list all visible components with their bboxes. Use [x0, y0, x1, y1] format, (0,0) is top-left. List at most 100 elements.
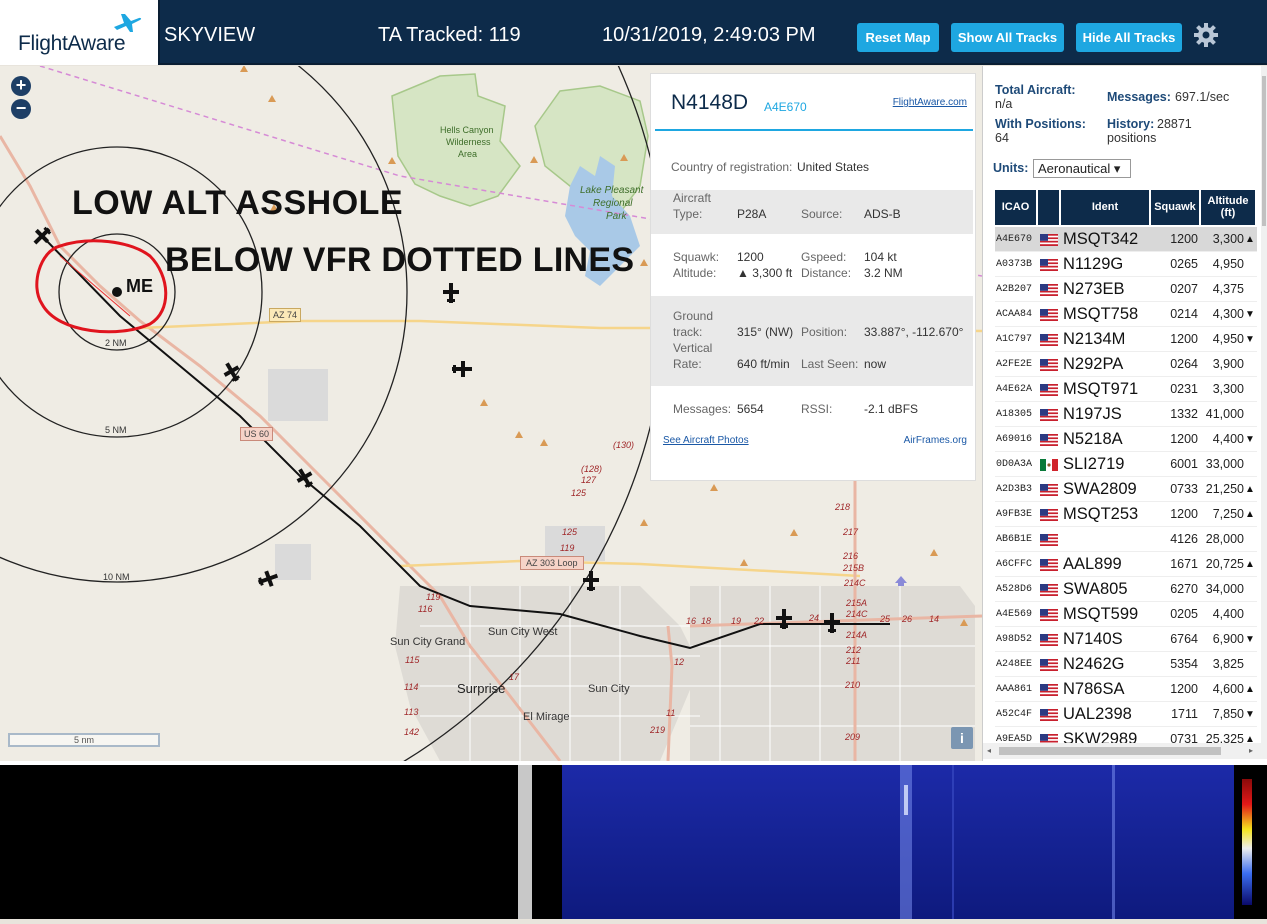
table-row[interactable]: A2FE2E N292PA 0264 3,900 [995, 352, 1257, 377]
table-row[interactable]: A9FB3E MSQT253 1200 7,250 ▲ [995, 502, 1257, 527]
place-label: Regional [593, 198, 633, 209]
row-trend-icon: ▼ [1245, 709, 1255, 720]
us-flag-icon [1040, 434, 1058, 446]
row-trend-icon: ▼ [1245, 434, 1255, 445]
rssi-value: -2.1 dBFS [864, 402, 919, 416]
us-flag-icon [1040, 509, 1058, 521]
row-icao: A9FB3E [996, 509, 1033, 520]
popup-callsign: N4148D [671, 91, 749, 114]
zoom-in-button[interactable]: + [11, 76, 31, 96]
gspeed-value: 104 kt [864, 250, 897, 264]
table-row[interactable]: ACAA84 MSQT758 0214 4,300 ▼ [995, 302, 1257, 327]
col-ident[interactable]: Ident [1061, 190, 1151, 225]
table-row[interactable]: A1C797 N2134M 1200 4,950 ▼ [995, 327, 1257, 352]
table-row[interactable]: 0D0A3A SLI2719 6001 33,000 [995, 452, 1257, 477]
popup-row-type: Aircraft Type: P28A Source: ADS-B [651, 190, 973, 234]
exit-label: 116 [418, 604, 433, 614]
exit-label: 142 [404, 727, 420, 737]
vrate-value: 640 ft/min [737, 357, 790, 371]
row-squawk: 1200 [1170, 682, 1198, 696]
table-row[interactable]: A4E569 MSQT599 0205 4,400 [995, 602, 1257, 627]
us-flag-icon [1040, 309, 1058, 321]
exit-label: 217 [843, 527, 859, 537]
exit-label: 214C [846, 609, 868, 619]
flightaware-link[interactable]: FlightAware.com [893, 97, 967, 108]
country-label: Country of registration: [671, 160, 793, 174]
row-icao: A6CFFC [996, 559, 1033, 570]
total-aircraft-value: n/a [995, 97, 1013, 111]
table-horizontal-scrollbar[interactable]: ◂ ▸ [983, 743, 1267, 759]
units-select[interactable]: Aeronautical ▾ [1033, 159, 1131, 178]
col-flag[interactable] [1038, 190, 1061, 225]
zoom-out-button[interactable]: − [11, 99, 31, 119]
row-squawk: 0231 [1170, 382, 1198, 396]
row-altitude: 4,375 [1212, 282, 1244, 296]
col-squawk[interactable]: Squawk [1151, 190, 1201, 225]
row-trend-icon: ▲ [1245, 234, 1255, 245]
row-icao: 0D0A3A [996, 459, 1033, 470]
table-row[interactable]: AAA861 N786SA 1200 4,600 ▲ [995, 677, 1257, 702]
info-button[interactable]: i [951, 727, 973, 749]
mexico-flag-icon [1040, 459, 1058, 471]
scroll-left-arrow[interactable]: ◂ [987, 746, 991, 755]
gear-icon[interactable] [1192, 21, 1220, 49]
reset-map-button[interactable]: Reset Map [857, 23, 939, 52]
table-row[interactable]: A4E670 MSQT342 1200 3,300 ▲ [995, 227, 1257, 252]
row-ident: MSQT599 [1063, 605, 1139, 623]
table-row[interactable]: A69016 N5218A 1200 4,400 ▼ [995, 427, 1257, 452]
place-label: Area [458, 149, 478, 159]
us-flag-icon [1040, 484, 1058, 496]
us-flag-icon [1040, 659, 1058, 671]
us-flag-icon [1040, 334, 1058, 346]
row-ident: N197JS [1063, 405, 1122, 423]
hide-all-tracks-button[interactable]: Hide All Tracks [1076, 23, 1182, 52]
table-row[interactable]: A98D52 N7140S 6764 6,900 ▼ [995, 627, 1257, 652]
col-altitude[interactable]: Altitude (ft) [1201, 190, 1257, 225]
table-row[interactable]: A0373B N1129G 0265 4,950 [995, 252, 1257, 277]
col-icao[interactable]: ICAO [995, 190, 1038, 225]
table-row[interactable]: AB6B1E 4126 28,000 [995, 527, 1257, 552]
table-row[interactable]: A2B207 N273EB 0207 4,375 [995, 277, 1257, 302]
row-squawk: 1711 [1171, 707, 1198, 721]
waterfall-canvas [562, 765, 1252, 919]
table-vertical-scrollbar[interactable] [1261, 66, 1267, 743]
table-row[interactable]: A4E62A MSQT971 0231 3,300 [995, 377, 1257, 402]
table-row[interactable]: A528D6 SWA805 6270 34,000 [995, 577, 1257, 602]
row-icao: A69016 [996, 434, 1033, 445]
row-icao: ACAA84 [996, 309, 1033, 320]
exit-label: 219 [650, 725, 666, 735]
exit-label: 25 [880, 614, 891, 624]
exit-label: 215B [843, 563, 865, 573]
airframes-link[interactable]: AirFrames.org [904, 435, 967, 446]
flightaware-logo[interactable]: FlightAware [0, 0, 160, 65]
table-row[interactable]: A52C4F UAL2398 1711 7,850 ▼ [995, 702, 1257, 727]
vscroll-thumb[interactable] [1262, 76, 1266, 226]
annotation-text-1: LOW ALT ASSHOLE [72, 184, 404, 222]
messages-rate: 697.1/sec [1175, 90, 1230, 104]
scroll-thumb[interactable] [999, 747, 1221, 755]
row-squawk: 5354 [1170, 657, 1198, 671]
history-value: 28871 [1157, 117, 1192, 131]
table-row[interactable]: A18305 N197JS 1332 41,000 [995, 402, 1257, 427]
table-row[interactable]: A6CFFC AAL899 1671 20,725 ▲ [995, 552, 1257, 577]
panel-divider[interactable] [518, 765, 532, 919]
us-flag-icon [1040, 409, 1058, 421]
altitude-value: ▲ 3,300 ft [737, 266, 793, 280]
row-altitude: 20,725 [1205, 557, 1244, 571]
road-shield: AZ 74 [269, 308, 302, 322]
table-row[interactable]: A2D3B3 SWA2809 0733 21,250 ▲ [995, 477, 1257, 502]
app-title: SKYVIEW [164, 24, 256, 46]
row-ident: N273EB [1063, 280, 1125, 298]
row-ident: MSQT253 [1063, 505, 1139, 523]
track-value: 315° (NW) [737, 325, 794, 339]
row-trend-icon: ▲ [1245, 484, 1255, 495]
row-squawk: 1332 [1170, 407, 1198, 421]
table-row[interactable]: A248EE N2462G 5354 3,825 [995, 652, 1257, 677]
show-all-tracks-button[interactable]: Show All Tracks [951, 23, 1064, 52]
row-squawk: 0214 [1170, 307, 1198, 321]
row-trend-icon: ▲ [1245, 684, 1255, 695]
scroll-right-arrow[interactable]: ▸ [1249, 746, 1253, 755]
aircraft-photos-link[interactable]: See Aircraft Photos [663, 435, 749, 446]
row-icao: A4E569 [996, 609, 1033, 620]
logo-text: FlightAware [18, 32, 126, 55]
